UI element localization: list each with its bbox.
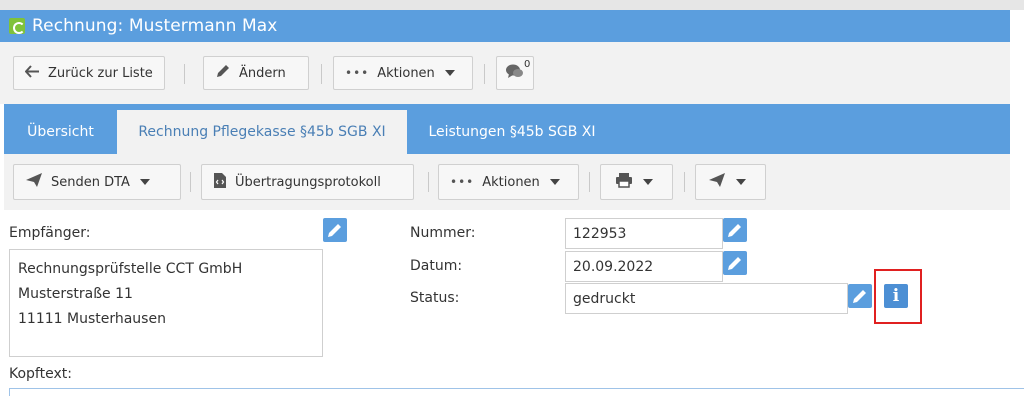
actions-label: Aktionen bbox=[377, 65, 435, 81]
transfer-protocol-label: Übertragungsprotokoll bbox=[235, 174, 381, 190]
comments-count-badge: 0 bbox=[524, 59, 531, 70]
toolbar-divider bbox=[428, 172, 429, 192]
invoice-toolbar: Senden DTA Übertragungsprotokoll ••• Akt… bbox=[4, 154, 1010, 210]
toolbar-divider bbox=[190, 172, 191, 192]
toolbar-divider bbox=[589, 172, 590, 192]
chevron-down-icon bbox=[736, 179, 746, 185]
number-label: Nummer: bbox=[410, 225, 476, 241]
chevron-down-icon bbox=[549, 179, 560, 185]
status-field[interactable]: gedruckt bbox=[565, 283, 848, 314]
printer-icon bbox=[615, 172, 633, 192]
tab-overview[interactable]: Übersicht bbox=[4, 110, 117, 154]
actions-dropdown-button[interactable]: ••• Aktionen bbox=[333, 56, 473, 90]
invoice-form: Empfänger: Rechnungsprüfstelle CCT GmbH … bbox=[0, 210, 1024, 396]
chevron-down-icon bbox=[444, 70, 455, 76]
send-dropdown-button[interactable] bbox=[695, 164, 766, 200]
paper-plane-icon bbox=[25, 172, 43, 192]
number-field[interactable]: 122953 bbox=[565, 218, 723, 249]
recipient-address-box[interactable]: Rechnungsprüfstelle CCT GmbH Musterstraß… bbox=[9, 249, 323, 357]
arrow-left-icon bbox=[24, 64, 40, 82]
edit-status-button[interactable] bbox=[848, 284, 872, 308]
chevron-down-icon bbox=[643, 179, 653, 185]
more-dots-icon: ••• bbox=[450, 175, 475, 189]
title-bar: Rechnung: Mustermann Max bbox=[0, 10, 1010, 42]
toolbar-divider bbox=[684, 172, 685, 192]
comments-button[interactable]: 0 bbox=[496, 56, 534, 90]
print-dropdown-button[interactable] bbox=[600, 164, 673, 200]
tab-invoice-care-fund[interactable]: Rechnung Pflegekasse §45b SGB XI bbox=[117, 110, 407, 154]
edit-date-button[interactable] bbox=[723, 251, 747, 275]
tab-bar: Übersicht Rechnung Pflegekasse §45b SGB … bbox=[4, 104, 1010, 154]
recipient-line: 11111 Musterhausen bbox=[18, 311, 166, 327]
date-label: Datum: bbox=[410, 258, 463, 274]
toolbar-divider bbox=[484, 64, 485, 84]
invoice-actions-label: Aktionen bbox=[482, 174, 540, 190]
back-to-list-button[interactable]: Zurück zur Liste bbox=[13, 56, 165, 90]
invoice-actions-dropdown-button[interactable]: ••• Aktionen bbox=[438, 164, 579, 200]
recipient-line: Rechnungsprüfstelle CCT GmbH bbox=[18, 261, 243, 277]
window-top-strip bbox=[0, 0, 1024, 10]
toolbar-divider bbox=[321, 64, 322, 84]
code-file-icon bbox=[213, 172, 227, 193]
edit-label: Ändern bbox=[239, 65, 286, 81]
edit-number-button[interactable] bbox=[723, 218, 747, 242]
recipient-label: Empfänger: bbox=[9, 225, 91, 241]
more-dots-icon: ••• bbox=[345, 66, 370, 80]
date-field[interactable]: 20.09.2022 bbox=[565, 251, 723, 282]
status-label: Status: bbox=[410, 290, 460, 306]
header-text-label: Kopftext: bbox=[9, 366, 72, 382]
send-dta-dropdown-button[interactable]: Senden DTA bbox=[13, 164, 181, 200]
transfer-protocol-button[interactable]: Übertragungsprotokoll bbox=[201, 164, 414, 200]
chevron-down-icon bbox=[139, 179, 150, 185]
comments-icon bbox=[505, 62, 525, 84]
header-text-input[interactable] bbox=[9, 388, 1024, 396]
window-title: Rechnung: Mustermann Max bbox=[32, 16, 278, 36]
paper-plane-icon bbox=[708, 172, 726, 192]
pencil-icon bbox=[215, 63, 231, 83]
recipient-line: Musterstraße 11 bbox=[18, 286, 133, 302]
send-dta-label: Senden DTA bbox=[51, 174, 130, 190]
info-icon[interactable]: i bbox=[884, 284, 908, 308]
toolbar-divider bbox=[184, 64, 185, 84]
app-logo-icon bbox=[9, 18, 25, 34]
back-to-list-label: Zurück zur Liste bbox=[48, 65, 153, 81]
edit-button[interactable]: Ändern bbox=[203, 56, 309, 90]
edit-recipient-button[interactable] bbox=[323, 218, 347, 242]
main-toolbar: Zurück zur Liste Ändern ••• Aktionen 0 bbox=[0, 42, 1010, 104]
tab-services[interactable]: Leistungen §45b SGB XI bbox=[407, 110, 617, 154]
